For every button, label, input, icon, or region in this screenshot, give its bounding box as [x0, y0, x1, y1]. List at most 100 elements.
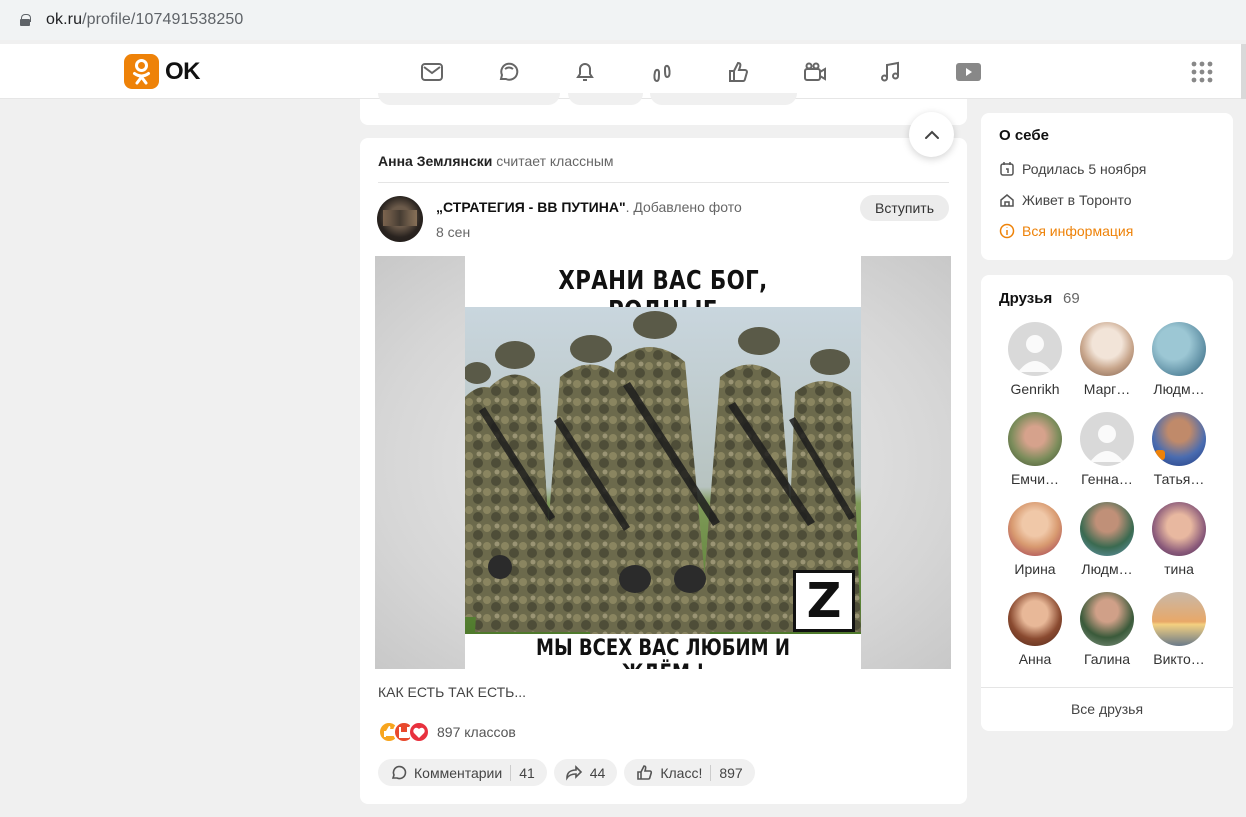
friend-item[interactable]: Людм…	[1143, 322, 1215, 397]
friend-item[interactable]: Марг…	[1071, 322, 1143, 397]
avatar	[1080, 502, 1134, 556]
avatar	[1080, 592, 1134, 646]
avatar	[1008, 412, 1062, 466]
friend-name: Татья…	[1153, 471, 1205, 487]
friends-count: 69	[1063, 290, 1080, 307]
music-icon[interactable]	[874, 56, 908, 88]
post-photo[interactable]: ХРАНИ ВАС БОГ, РОДНЫЕ	[375, 256, 951, 669]
video-camera-icon[interactable]	[798, 56, 832, 88]
feed-action-text: считает классным	[496, 153, 614, 169]
post-actions: Комментарии 41 44 Класс! 897	[378, 759, 762, 786]
location-text: Живет в Торонто	[1022, 192, 1132, 208]
thumbs-up-icon	[637, 765, 653, 780]
avatar	[1152, 592, 1206, 646]
prev-action-pill[interactable]	[568, 93, 643, 105]
z-badge: Z	[793, 570, 855, 632]
post-date[interactable]: 8 сен	[436, 224, 470, 240]
about-widget: О себе Родилась 5 ноября Живет в Торонто…	[981, 113, 1233, 260]
feed-card: Анна Землянски считает классным „СТРАТЕГ…	[360, 138, 967, 804]
friend-item[interactable]: Галина	[1071, 592, 1143, 667]
calendar-icon	[1000, 162, 1014, 176]
reactions-count: 897 классов	[437, 724, 516, 740]
friend-item[interactable]: Анна	[999, 592, 1071, 667]
url-path: /profile/107491538250	[82, 11, 244, 28]
divider	[981, 687, 1233, 688]
friends-widget: Друзья 69 Genrikh Марг… Людм… Емчи… Генн…	[981, 275, 1233, 731]
feed-header: Анна Землянски считает классным	[378, 153, 614, 169]
friend-name: Генна…	[1081, 471, 1133, 487]
comment-icon	[391, 765, 407, 780]
class-button[interactable]: Класс! 897	[624, 759, 755, 786]
location-row: Живет в Торонто	[999, 192, 1132, 208]
friend-name: Викто…	[1153, 651, 1205, 667]
ok-badge-icon	[1155, 450, 1165, 460]
like-icon[interactable]	[721, 56, 755, 88]
friend-item[interactable]: Викто…	[1143, 592, 1215, 667]
prev-action-pill[interactable]	[378, 93, 560, 105]
share-button[interactable]: 44	[553, 759, 618, 786]
friend-item[interactable]: Емчи…	[999, 412, 1071, 487]
ok-logo-icon	[124, 54, 159, 89]
friend-item[interactable]: Genrikh	[999, 322, 1071, 397]
avatar	[1080, 412, 1134, 466]
friend-name: тина	[1164, 561, 1194, 577]
post-caption: КАК ЕСТЬ ТАК ЕСТЬ...	[378, 684, 527, 700]
share-icon	[565, 765, 582, 781]
friend-item[interactable]: тина	[1143, 502, 1215, 577]
heart-reaction-icon	[408, 721, 430, 743]
friend-name: Ирина	[1014, 561, 1056, 577]
friend-item[interactable]: Ирина	[999, 502, 1071, 577]
friend-name: Галина	[1083, 651, 1131, 667]
group-avatar[interactable]	[377, 196, 423, 242]
divider	[378, 182, 949, 183]
friend-name: Анна	[1018, 651, 1052, 667]
friend-name: Genrikh	[1010, 381, 1060, 397]
chat-icon[interactable]	[492, 56, 526, 88]
chevron-up-icon	[924, 130, 939, 139]
apps-grid-icon[interactable]	[1191, 61, 1213, 83]
shares-count: 44	[589, 764, 606, 781]
scroll-up-button[interactable]	[909, 112, 954, 157]
all-friends-link[interactable]: Все друзья	[981, 701, 1233, 717]
all-info-link[interactable]: Вся информация	[999, 223, 1133, 239]
poster-image: ХРАНИ ВАС БОГ, РОДНЫЕ	[465, 256, 861, 669]
friend-item[interactable]: Людм…	[1071, 502, 1143, 577]
poster-bottom-text: МЫ ВСЕХ ВАС ЛЮБИМ И ЖДЁМ !	[535, 636, 790, 669]
friend-item[interactable]: Татья…	[1143, 412, 1215, 487]
ok-logo[interactable]: OK	[124, 54, 201, 89]
avatar	[1008, 592, 1062, 646]
mail-icon[interactable]	[415, 56, 449, 88]
avatar	[1152, 412, 1206, 466]
reactions-summary[interactable]: 897 классов	[378, 721, 516, 743]
comments-label: Комментарии	[414, 764, 503, 781]
avatar	[1080, 322, 1134, 376]
actor-name[interactable]: Анна Землянски	[378, 153, 492, 169]
url-field[interactable]: ok.ru/profile/107491538250	[0, 0, 1246, 40]
birthday-text: Родилась 5 ноября	[1022, 161, 1147, 177]
bell-icon[interactable]	[568, 56, 602, 88]
nav-icons	[415, 56, 1027, 88]
prev-action-pill[interactable]	[650, 93, 797, 105]
lock-icon[interactable]	[20, 14, 31, 26]
video-play-icon[interactable]	[951, 56, 985, 88]
friends-title[interactable]: Друзья	[999, 290, 1052, 307]
group-name[interactable]: „СТРАТЕГИЯ - ВВ ПУТИНА"	[436, 199, 626, 215]
url-text: ok.ru/profile/107491538250	[46, 11, 243, 29]
browser-address-bar: ok.ru/profile/107491538250	[0, 0, 1246, 40]
join-button[interactable]: Вступить	[860, 195, 949, 221]
comments-button[interactable]: Комментарии 41	[378, 759, 547, 786]
friend-name: Людм…	[1153, 381, 1205, 397]
logo-text: OK	[165, 57, 201, 85]
group-action-text: . Добавлено фото	[625, 199, 742, 215]
guests-icon[interactable]	[645, 56, 679, 88]
url-host: ok.ru	[46, 11, 83, 28]
friend-name: Марг…	[1083, 381, 1131, 397]
avatar	[1008, 322, 1062, 376]
friend-item[interactable]: Генна…	[1071, 412, 1143, 487]
class-label: Класс!	[660, 764, 703, 781]
friend-name: Емчи…	[1010, 471, 1060, 487]
all-info-text: Вся информация	[1022, 223, 1134, 239]
avatar	[1008, 502, 1062, 556]
group-line: „СТРАТЕГИЯ - ВВ ПУТИНА". Добавлено фото	[436, 199, 742, 215]
scrollbar[interactable]	[1241, 44, 1246, 99]
